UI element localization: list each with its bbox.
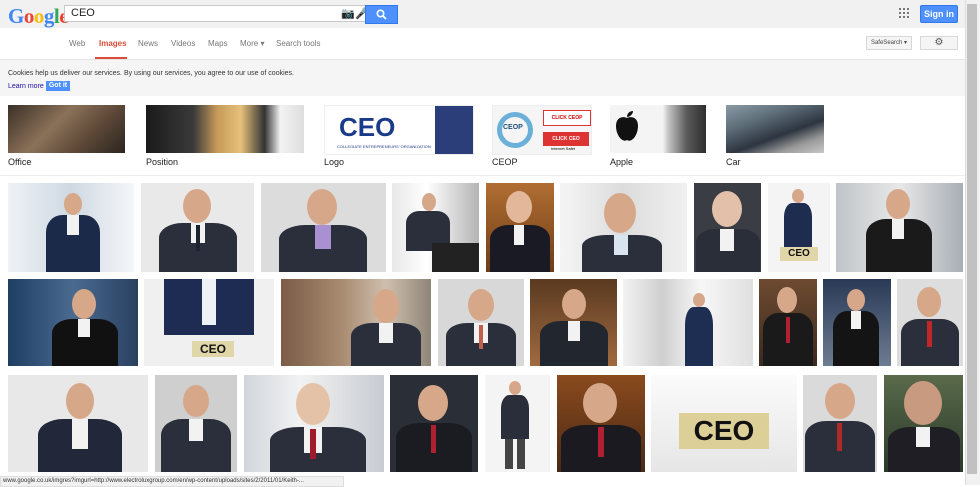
image-result[interactable]: CEO — [768, 183, 830, 272]
image-result[interactable] — [836, 183, 963, 272]
image-result[interactable] — [485, 375, 550, 472]
tab-images[interactable]: Images — [99, 39, 127, 48]
ceo-sign-image: CEO — [780, 247, 818, 261]
related-label-position[interactable]: Position — [146, 157, 178, 167]
logo-letter-g2: g — [43, 4, 55, 28]
image-result[interactable] — [155, 375, 237, 472]
search-query-text: CEO — [71, 7, 95, 19]
tab-maps[interactable]: Maps — [208, 39, 228, 48]
image-result[interactable] — [897, 279, 963, 366]
status-bar-url: www.google.co.uk/imgres?imgurl=http://ww… — [0, 476, 344, 487]
image-result[interactable] — [8, 279, 138, 366]
image-result[interactable] — [623, 279, 753, 366]
ceo-sign-image: CEO — [192, 341, 234, 357]
image-result[interactable] — [8, 375, 148, 472]
cookie-banner: Cookies help us deliver our services. By… — [0, 60, 965, 96]
google-logo[interactable]: Google — [8, 4, 69, 29]
image-result[interactable] — [486, 183, 554, 272]
logo-tile-ceo-text: CEO — [339, 112, 396, 142]
image-result[interactable] — [557, 375, 645, 472]
image-result[interactable] — [438, 279, 524, 366]
image-result[interactable] — [392, 183, 479, 272]
related-label-ceop[interactable]: CEOP — [492, 157, 518, 167]
related-image-car[interactable] — [726, 105, 824, 153]
tab-search-tools[interactable]: Search tools — [276, 39, 320, 48]
image-result[interactable] — [244, 375, 384, 472]
ceo-sign-image: CEO — [679, 413, 769, 449]
got-it-button[interactable]: Got it — [46, 81, 70, 91]
image-result[interactable] — [759, 279, 817, 366]
scrollbar-thumb[interactable] — [967, 4, 977, 474]
image-result[interactable] — [530, 279, 617, 366]
related-image-office[interactable] — [8, 105, 125, 153]
settings-button[interactable]: ⚙ — [920, 36, 958, 50]
related-image-position[interactable] — [146, 105, 304, 153]
related-label-apple[interactable]: Apple — [610, 157, 633, 167]
image-result[interactable] — [884, 375, 963, 472]
click-ceop-button-image: CLICK CEOP — [543, 110, 591, 126]
search-icon — [376, 9, 387, 20]
internet-safety-text: Internet Safet — [551, 146, 576, 151]
logo-letter-o: o — [23, 4, 35, 28]
related-image-ceop[interactable]: CEOP CLICK CEOP CLICK CEO Internet Safet — [492, 105, 592, 155]
related-label-office[interactable]: Office — [8, 157, 31, 167]
image-result[interactable] — [823, 279, 891, 366]
related-label-logo[interactable]: Logo — [324, 157, 344, 167]
related-label-car[interactable]: Car — [726, 157, 741, 167]
image-result[interactable] — [694, 183, 761, 272]
logo-letter-o2: o — [33, 4, 45, 28]
cookie-text: Cookies help us deliver our services. By… — [8, 70, 294, 77]
search-button[interactable] — [365, 5, 398, 24]
image-result[interactable] — [390, 375, 478, 472]
related-image-logo[interactable]: CEO COLLEGIATE ENTREPRENEURS' ORGANIZATI… — [324, 105, 474, 155]
logo-letter-g: G — [8, 4, 24, 28]
safesearch-button[interactable]: SafeSearch ▾ — [866, 36, 912, 50]
image-result[interactable]: CEO — [144, 279, 274, 366]
image-result[interactable] — [8, 183, 134, 272]
click-ceo-banner-image: CLICK CEO — [543, 132, 589, 146]
image-result[interactable] — [261, 183, 386, 272]
tab-more[interactable]: More ▾ — [240, 39, 264, 48]
apple-logo-icon — [616, 111, 638, 141]
active-tab-indicator — [95, 57, 127, 59]
camera-icon[interactable]: 📷 — [341, 7, 355, 20]
image-result[interactable] — [141, 183, 254, 272]
tab-web[interactable]: Web — [69, 39, 85, 48]
sign-in-button[interactable]: Sign in — [920, 5, 958, 23]
image-result[interactable]: CEO — [651, 375, 797, 472]
search-input[interactable]: CEO 📷 🎤 — [64, 5, 369, 22]
learn-more-link[interactable]: Learn more — [8, 83, 44, 90]
tab-videos[interactable]: Videos — [171, 39, 195, 48]
gear-icon: ⚙ — [934, 37, 944, 48]
logo-tile-subtext: COLLEGIATE ENTREPRENEURS' ORGANIZATION — [337, 144, 431, 149]
apps-grid-icon[interactable] — [899, 8, 909, 18]
image-result[interactable] — [560, 183, 687, 272]
tab-news[interactable]: News — [138, 39, 158, 48]
related-image-apple[interactable] — [610, 105, 706, 153]
image-result[interactable] — [281, 279, 431, 366]
image-result[interactable] — [803, 375, 877, 472]
logo-tile-side — [435, 106, 473, 154]
related-divider — [0, 175, 965, 176]
ceop-text: CEOP — [503, 124, 523, 131]
